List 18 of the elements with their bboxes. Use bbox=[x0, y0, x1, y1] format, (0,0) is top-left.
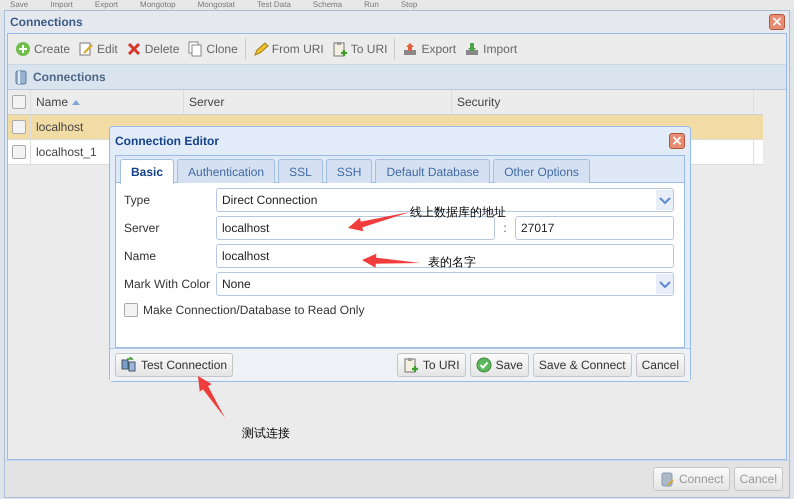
panel-title: Connections bbox=[33, 70, 106, 84]
dropdown-value: None bbox=[222, 277, 251, 291]
field-label: Mark With Color bbox=[124, 277, 212, 291]
column-label: Security bbox=[457, 95, 500, 109]
dialog-title: Connection Editor bbox=[115, 134, 219, 148]
field-label: Name bbox=[124, 249, 158, 263]
column-label: Name bbox=[36, 95, 68, 109]
window-title: Connections bbox=[10, 15, 83, 29]
column-label: Server bbox=[189, 95, 224, 109]
dropdown-value: Direct Connection bbox=[222, 193, 318, 207]
port-separator: : bbox=[502, 221, 508, 235]
table-cell: localhost_1 bbox=[36, 145, 97, 159]
annotation-text: 测试连接 bbox=[242, 425, 290, 442]
table-cell: localhost bbox=[36, 120, 84, 134]
checkbox-label: Make Connection/Database to Read Only bbox=[143, 303, 364, 317]
field-label: Type bbox=[124, 193, 152, 207]
annotation-text: 表的名字 bbox=[428, 254, 476, 271]
field-label: Server bbox=[124, 221, 160, 235]
